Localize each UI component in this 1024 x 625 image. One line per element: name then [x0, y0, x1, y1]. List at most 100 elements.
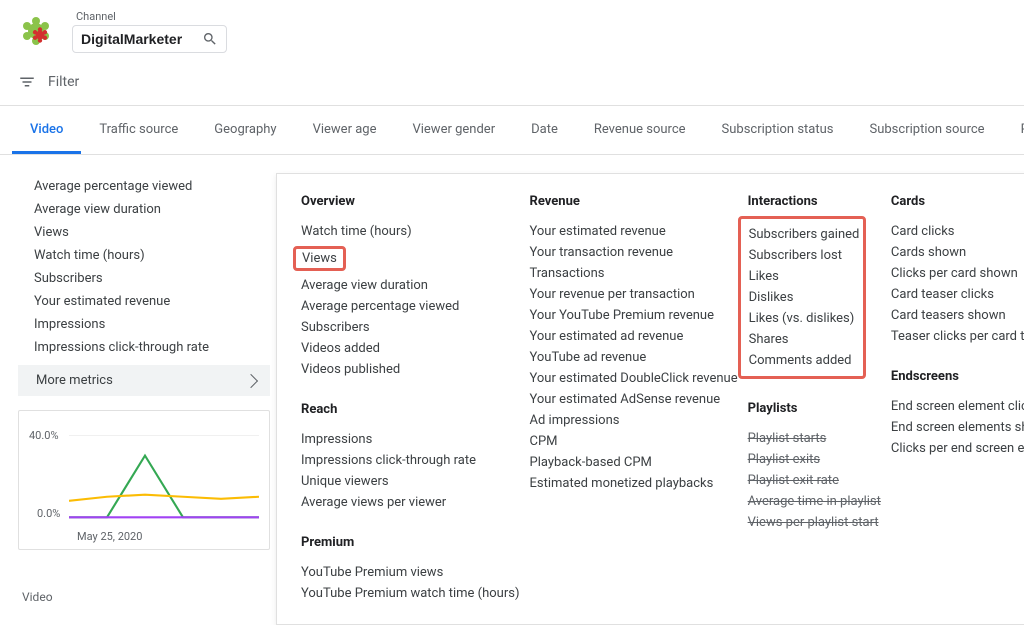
- metric-option[interactable]: Cards shown: [891, 242, 1024, 263]
- metric-option[interactable]: Clicks per card shown: [891, 263, 1024, 284]
- metric-list: Average percentage viewedAverage view du…: [34, 175, 270, 359]
- tab-playlist[interactable]: Playlist: [1003, 106, 1024, 154]
- interactions-highlight-box: Subscribers gainedSubscribers lostLikesD…: [738, 216, 866, 379]
- metric-item[interactable]: Your estimated revenue: [34, 290, 270, 313]
- channel-input[interactable]: [81, 31, 202, 47]
- metric-option[interactable]: Your estimated ad revenue: [530, 326, 738, 347]
- heading-interactions: Interactions: [748, 194, 881, 209]
- metric-option[interactable]: Subscribers: [301, 317, 520, 338]
- metric-item[interactable]: Impressions: [34, 313, 270, 336]
- metric-option[interactable]: Playlist exit rate: [748, 470, 881, 491]
- heading-playlists: Playlists: [748, 401, 881, 416]
- panel-col-2: Revenue Your estimated revenueYour trans…: [530, 194, 748, 604]
- metric-option[interactable]: Your estimated DoubleClick revenue: [530, 368, 738, 389]
- metric-option[interactable]: Your YouTube Premium revenue: [530, 305, 738, 326]
- y-tick-bottom: 0.0%: [37, 507, 60, 520]
- metric-option[interactable]: Videos published: [301, 359, 520, 380]
- metric-option[interactable]: End screen elements shown: [891, 417, 1024, 438]
- metric-option[interactable]: Subscribers lost: [749, 245, 855, 266]
- tab-traffic-source[interactable]: Traffic source: [81, 106, 196, 154]
- table-header-video: Video: [18, 590, 270, 604]
- metric-option[interactable]: Views: [301, 242, 520, 275]
- panel-col-4: Cards Card clicksCards shownClicks per c…: [891, 194, 1024, 604]
- tab-date[interactable]: Date: [513, 106, 576, 154]
- metric-item[interactable]: Average percentage viewed: [34, 175, 270, 198]
- chevron-right-icon: [244, 373, 258, 387]
- metric-option[interactable]: Likes: [749, 266, 855, 287]
- workspace: Average percentage viewedAverage view du…: [0, 173, 1024, 625]
- metric-option[interactable]: Teaser clicks per card teaser shown: [891, 326, 1024, 347]
- more-metrics-label: More metrics: [36, 373, 113, 388]
- x-tick: May 25, 2020: [77, 530, 142, 543]
- metric-option[interactable]: Card teasers shown: [891, 305, 1024, 326]
- metric-item[interactable]: Impressions click-through rate: [34, 336, 270, 359]
- metric-option[interactable]: Average view duration: [301, 275, 520, 296]
- metric-option[interactable]: Watch time (hours): [301, 221, 520, 242]
- metrics-panel: Overview Watch time (hours)ViewsAverage …: [276, 173, 1024, 625]
- metric-option[interactable]: Average percentage viewed: [301, 296, 520, 317]
- metric-option[interactable]: Playlist starts: [748, 428, 881, 449]
- channel-picker: Channel: [72, 8, 227, 53]
- heading-overview: Overview: [301, 194, 520, 209]
- metric-option[interactable]: Estimated monetized playbacks: [530, 473, 738, 494]
- metric-option[interactable]: CPM: [530, 431, 738, 452]
- metric-option[interactable]: Average views per viewer: [301, 492, 520, 513]
- channel-input-wrap[interactable]: [72, 25, 227, 53]
- metric-option[interactable]: Your estimated revenue: [530, 221, 738, 242]
- panel-col-1: Overview Watch time (hours)ViewsAverage …: [301, 194, 530, 604]
- metric-option[interactable]: Average time in playlist: [748, 491, 881, 512]
- metric-option[interactable]: YouTube ad revenue: [530, 347, 738, 368]
- metric-option[interactable]: Videos added: [301, 338, 520, 359]
- heading-endscreens: Endscreens: [891, 369, 1024, 384]
- filter-row[interactable]: Filter: [0, 63, 1024, 105]
- metric-option[interactable]: Unique viewers: [301, 471, 520, 492]
- more-metrics-button[interactable]: More metrics: [18, 365, 270, 396]
- metric-item[interactable]: Subscribers: [34, 267, 270, 290]
- metric-item[interactable]: Views: [34, 221, 270, 244]
- metric-option[interactable]: Card teaser clicks: [891, 284, 1024, 305]
- heading-reach: Reach: [301, 402, 520, 417]
- metric-option[interactable]: Shares: [749, 329, 855, 350]
- channel-label: Channel: [76, 10, 227, 23]
- metric-option[interactable]: Dislikes: [749, 287, 855, 308]
- metric-option[interactable]: Views per playlist start: [748, 512, 881, 533]
- trend-chart: 40.0% 0.0% May 25, 2020: [18, 410, 270, 550]
- tab-subscription-status[interactable]: Subscription status: [704, 106, 852, 154]
- tab-video[interactable]: Video: [12, 106, 81, 154]
- metrics-sidebar: Average percentage viewedAverage view du…: [18, 173, 270, 625]
- metric-option[interactable]: Impressions: [301, 429, 520, 450]
- metric-option[interactable]: Likes (vs. dislikes): [749, 308, 855, 329]
- header: Channel: [0, 0, 1024, 63]
- dimension-tabs: VideoTraffic sourceGeographyViewer ageVi…: [0, 106, 1024, 155]
- metric-option[interactable]: Clicks per end screen element shown: [891, 438, 1024, 459]
- metric-option[interactable]: Playlist exits: [748, 449, 881, 470]
- metric-option[interactable]: Your revenue per transaction: [530, 284, 738, 305]
- metric-option[interactable]: Card clicks: [891, 221, 1024, 242]
- metric-item[interactable]: Watch time (hours): [34, 244, 270, 267]
- chart-lines: [69, 435, 259, 519]
- heading-revenue: Revenue: [530, 194, 738, 209]
- metric-option[interactable]: Impressions click-through rate: [301, 450, 520, 471]
- metric-option[interactable]: Transactions: [530, 263, 738, 284]
- heading-premium: Premium: [301, 535, 520, 550]
- tab-viewer-gender[interactable]: Viewer gender: [394, 106, 513, 154]
- metric-option[interactable]: Your estimated AdSense revenue: [530, 389, 738, 410]
- metric-option[interactable]: Comments added: [749, 350, 855, 371]
- metric-option[interactable]: Your transaction revenue: [530, 242, 738, 263]
- metric-option[interactable]: YouTube Premium watch time (hours): [301, 583, 520, 604]
- panel-col-3: Interactions Subscribers gainedSubscribe…: [748, 194, 891, 604]
- filter-icon: [18, 73, 36, 91]
- metric-item[interactable]: Average view duration: [34, 198, 270, 221]
- tab-geography[interactable]: Geography: [196, 106, 294, 154]
- tab-viewer-age[interactable]: Viewer age: [295, 106, 395, 154]
- app-logo-icon: [18, 13, 54, 49]
- metric-option[interactable]: YouTube Premium views: [301, 562, 520, 583]
- filter-label: Filter: [48, 74, 79, 90]
- metric-option[interactable]: Subscribers gained: [749, 224, 855, 245]
- metric-option[interactable]: Ad impressions: [530, 410, 738, 431]
- metric-option[interactable]: Playback-based CPM: [530, 452, 738, 473]
- metric-option[interactable]: End screen element clicks: [891, 396, 1024, 417]
- tab-revenue-source[interactable]: Revenue source: [576, 106, 704, 154]
- tab-subscription-source[interactable]: Subscription source: [852, 106, 1003, 154]
- heading-cards: Cards: [891, 194, 1024, 209]
